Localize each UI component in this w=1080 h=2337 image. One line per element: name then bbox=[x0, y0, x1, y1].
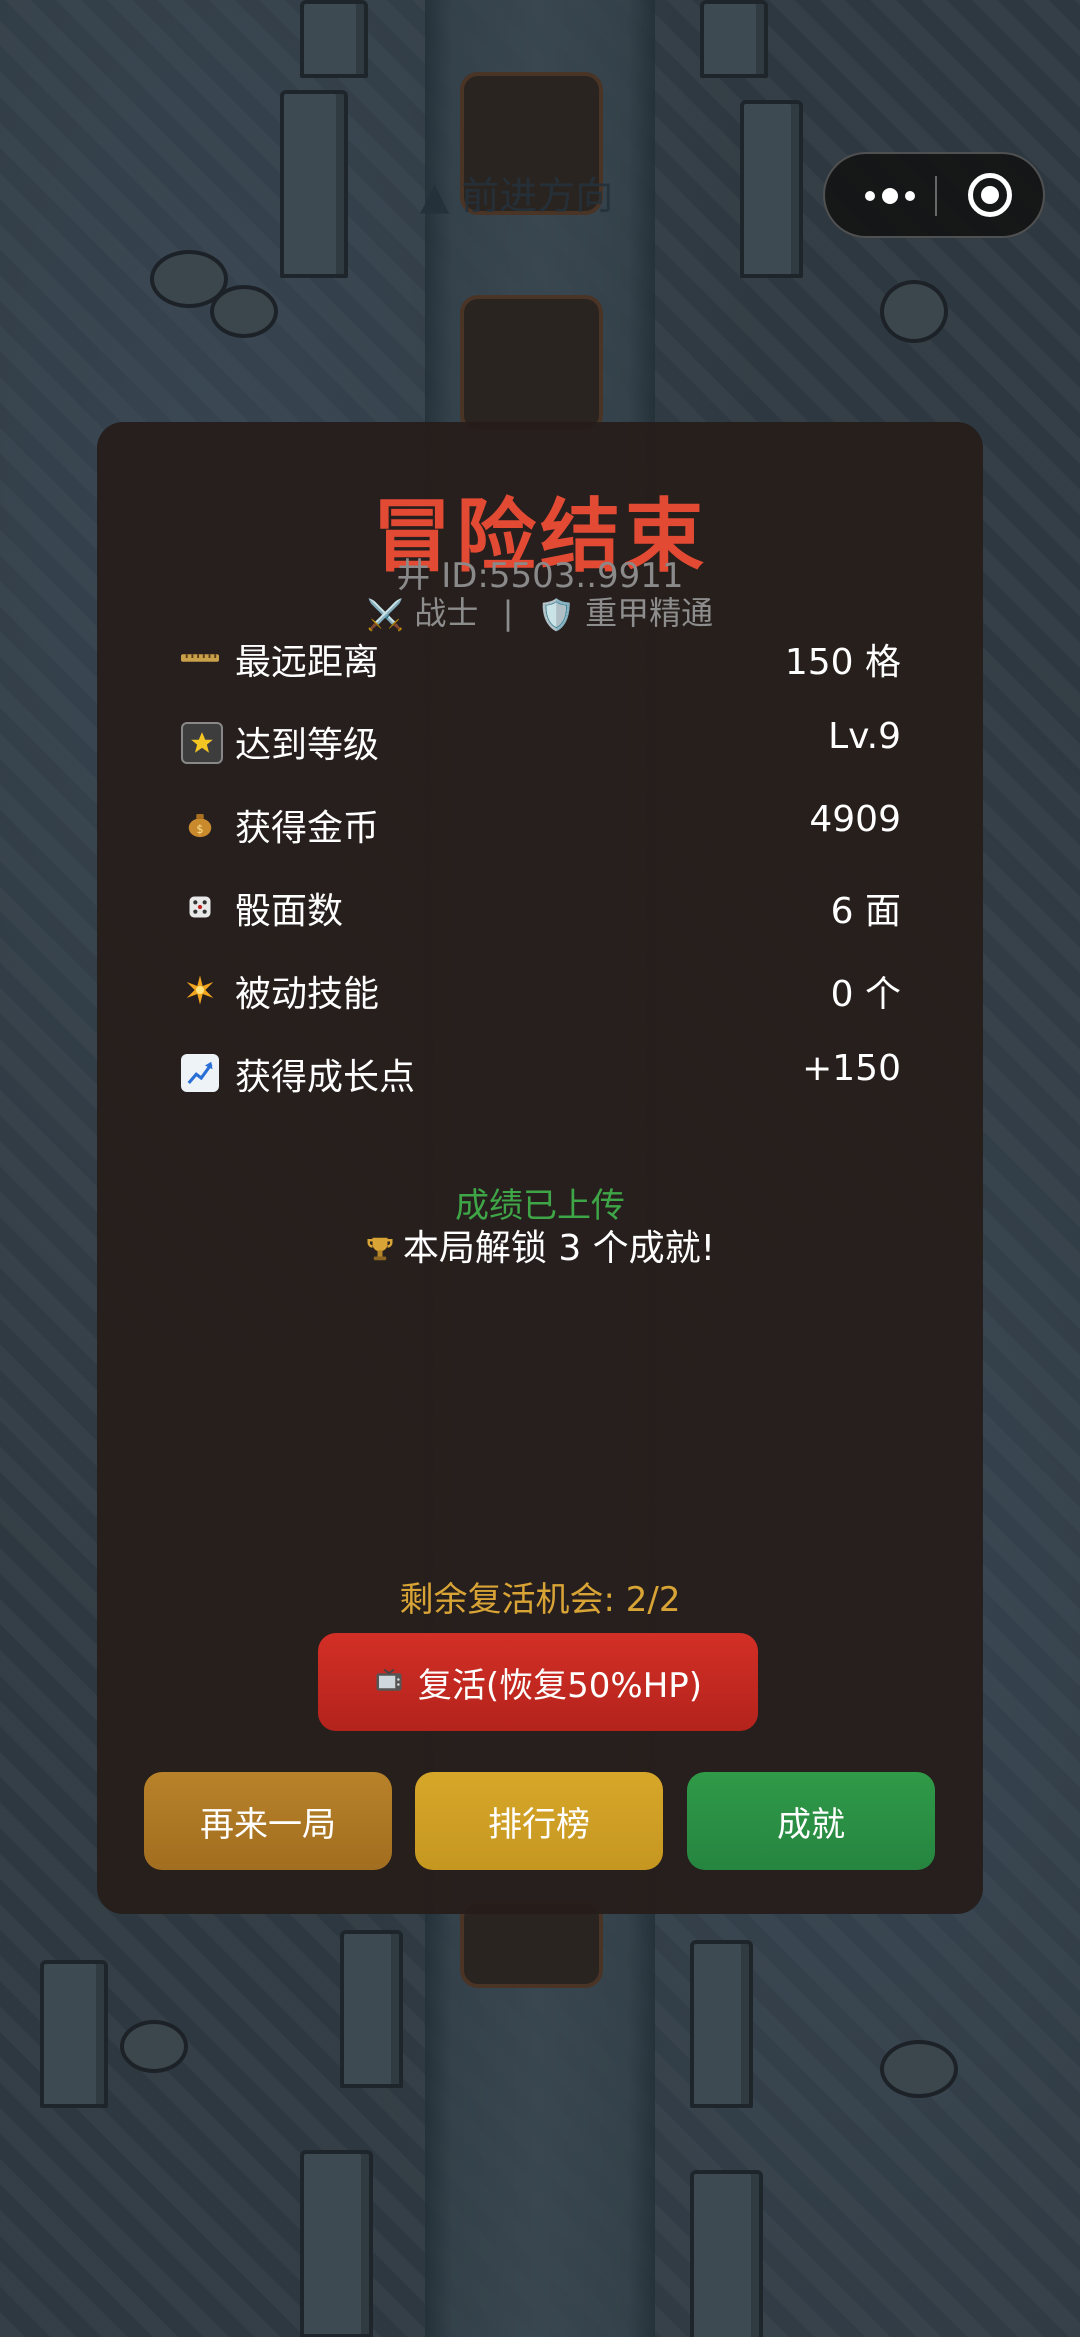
revive-button-label: 复活(恢复50%HP) bbox=[417, 1665, 703, 1706]
stat-label: 达到等级 bbox=[235, 725, 380, 766]
achievements-button[interactable]: 成就 bbox=[687, 1772, 935, 1870]
dice-icon bbox=[181, 888, 219, 926]
more-dots-icon[interactable] bbox=[855, 154, 925, 236]
game-over-panel: 冒险结束 井 ID:5503..9911 ⚔️ 战士 | 🛡️ 重甲精通 最远距… bbox=[97, 422, 983, 1914]
obelisk bbox=[280, 90, 348, 278]
stat-value: Lv.9 bbox=[828, 716, 901, 757]
stat-row-growth: 获得成长点 +150 bbox=[181, 1042, 901, 1102]
stat-row-passive: 被动技能 0 个 bbox=[181, 959, 901, 1019]
growth-chart-icon bbox=[181, 1054, 219, 1092]
svg-text:$: $ bbox=[196, 823, 203, 836]
stat-row-gold: $ 获得金币 4909 bbox=[181, 793, 901, 853]
stat-row-dice: 骰面数 6 面 bbox=[181, 876, 901, 936]
obelisk bbox=[700, 0, 768, 78]
stat-row-distance: 最远距离 150 格 bbox=[181, 627, 901, 687]
stat-label: 被动技能 bbox=[235, 974, 380, 1015]
tv-icon bbox=[374, 1665, 404, 1700]
revive-remaining: 剩余复活机会: 2/2 bbox=[399, 1580, 681, 1620]
obelisk bbox=[40, 1960, 108, 2108]
stat-label: 骰面数 bbox=[235, 891, 344, 932]
achievements-text: 本局解锁 3 个成就! bbox=[402, 1228, 716, 1269]
trophy-icon bbox=[365, 1233, 403, 1268]
leaderboard-button[interactable]: 排行榜 bbox=[415, 1772, 663, 1870]
ruler-icon bbox=[181, 639, 219, 677]
stat-label: 获得金币 bbox=[235, 808, 380, 849]
sparkle-icon bbox=[181, 971, 219, 1009]
miniprogram-capsule bbox=[823, 152, 1045, 238]
star-icon bbox=[181, 722, 223, 764]
money-bag-icon: $ bbox=[181, 805, 219, 843]
stat-label: 最远距离 bbox=[235, 642, 380, 683]
play-again-button[interactable]: 再来一局 bbox=[144, 1772, 392, 1870]
stat-label: 获得成长点 bbox=[235, 1057, 416, 1098]
direction-hint: ▲ 前进方向 bbox=[420, 174, 614, 218]
boulder bbox=[880, 2040, 958, 2098]
achievements-unlocked: 本局解锁 3 个成就! bbox=[97, 1219, 983, 1271]
obelisk bbox=[340, 1930, 403, 2088]
obelisk bbox=[690, 2170, 763, 2337]
capsule-divider bbox=[935, 176, 937, 216]
obelisk bbox=[690, 1940, 753, 2108]
revive-button[interactable]: 复活(恢复50%HP) bbox=[318, 1633, 758, 1731]
stat-row-level: 达到等级 Lv.9 bbox=[181, 710, 901, 770]
boulder bbox=[120, 2020, 188, 2073]
stat-value: 4909 bbox=[809, 799, 901, 840]
obelisk bbox=[300, 2150, 373, 2337]
stat-value: +150 bbox=[802, 1048, 901, 1089]
boulder bbox=[880, 280, 948, 343]
obelisk bbox=[300, 0, 368, 78]
map-tile bbox=[460, 295, 603, 433]
stat-value: 0 个 bbox=[830, 974, 901, 1015]
obelisk bbox=[740, 100, 803, 278]
close-circle-icon[interactable] bbox=[968, 173, 1012, 217]
stat-value: 150 格 bbox=[784, 642, 901, 683]
boulder bbox=[210, 285, 278, 338]
stat-value: 6 面 bbox=[830, 891, 901, 932]
